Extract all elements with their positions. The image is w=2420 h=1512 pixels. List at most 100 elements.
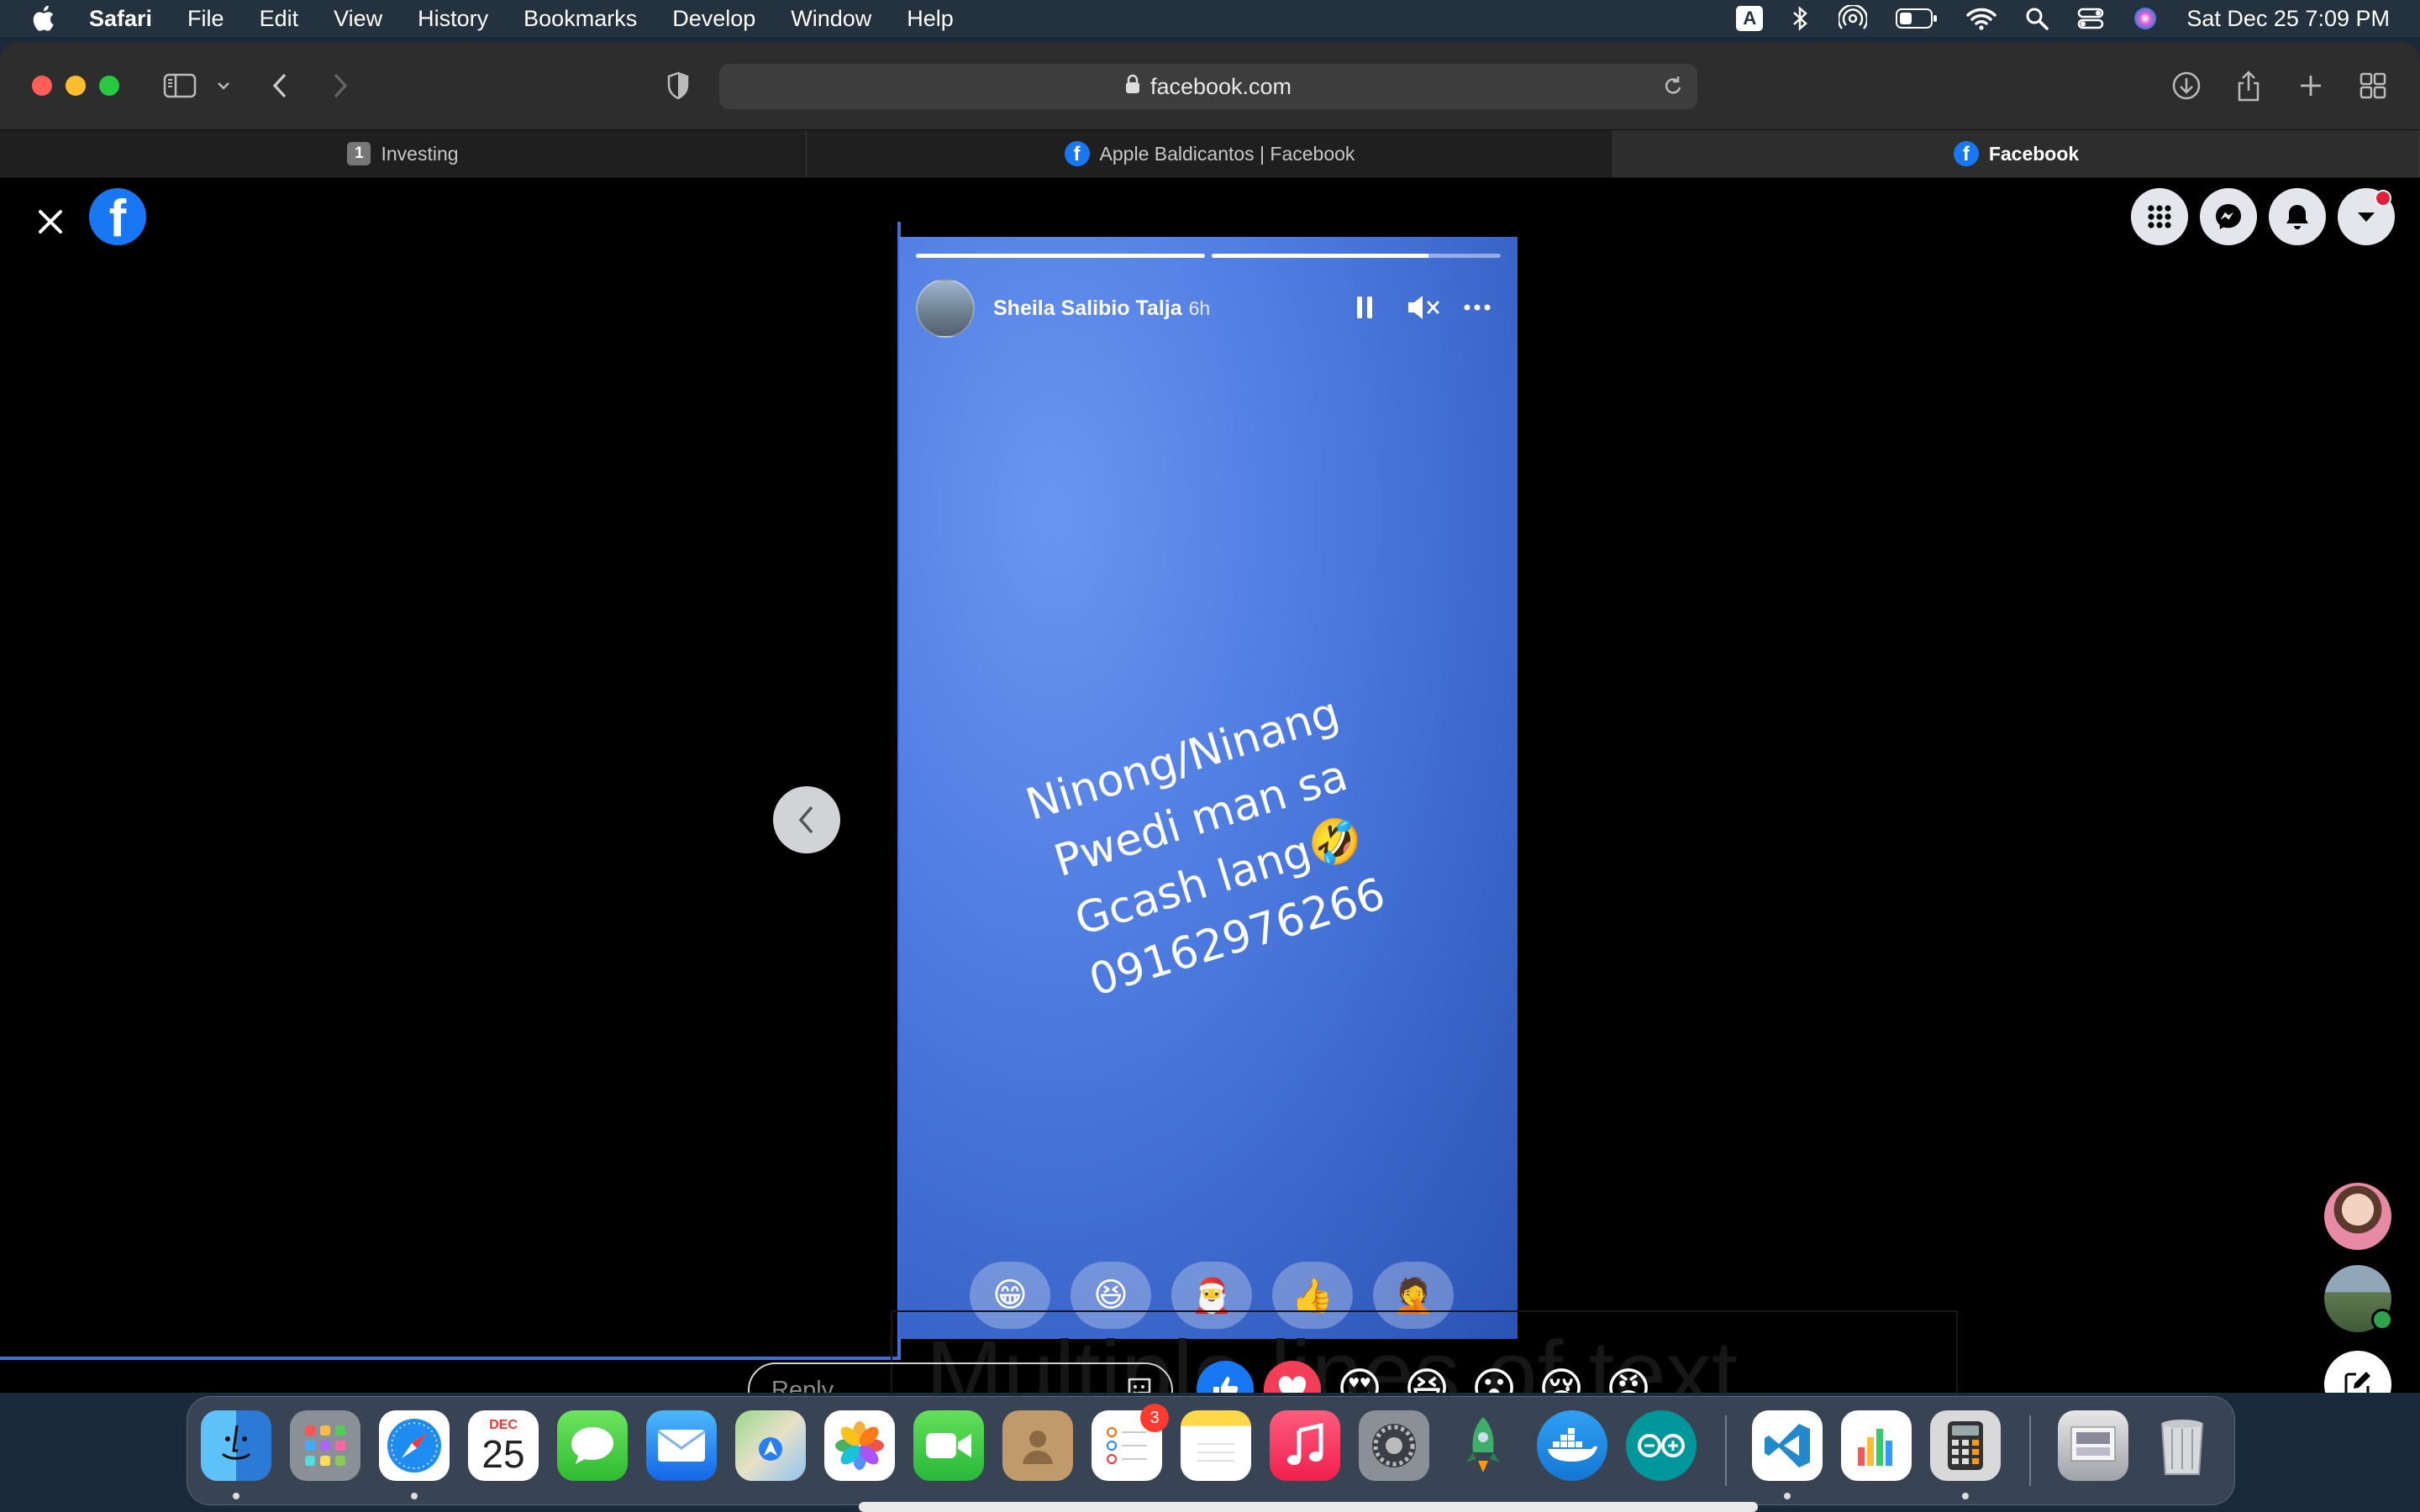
- facetime-icon[interactable]: [913, 1410, 984, 1481]
- sad-reaction[interactable]: 😢: [1533, 1361, 1590, 1393]
- pause-button[interactable]: [1349, 289, 1380, 326]
- input-source-icon[interactable]: A: [1736, 6, 1764, 31]
- music-icon[interactable]: [1270, 1410, 1340, 1481]
- rocket-app-icon[interactable]: [1448, 1410, 1518, 1481]
- menu-history[interactable]: History: [418, 6, 488, 32]
- finder-icon[interactable]: [201, 1410, 271, 1481]
- system-preferences-icon[interactable]: [1359, 1410, 1429, 1481]
- calculator-icon[interactable]: [1930, 1410, 2001, 1481]
- menu-help[interactable]: Help: [907, 6, 954, 32]
- story-author-name[interactable]: Sheila Salibio Talja: [993, 297, 1182, 321]
- page-scrollbar[interactable]: [859, 1502, 1758, 1512]
- safari-icon[interactable]: [379, 1410, 450, 1481]
- siri-icon[interactable]: [2133, 6, 2158, 31]
- reload-icon[interactable]: [1662, 75, 1684, 104]
- back-button[interactable]: [267, 67, 292, 104]
- story-progress-bar: [916, 254, 1205, 258]
- wifi-icon[interactable]: [1966, 7, 1997, 30]
- dock: DEC 25 3: [187, 1396, 2235, 1505]
- notes-icon[interactable]: [1181, 1410, 1251, 1481]
- more-options-button[interactable]: [1462, 289, 1492, 326]
- reminders-icon[interactable]: 3: [1092, 1404, 1169, 1481]
- downloads-icon[interactable]: [2168, 67, 2205, 104]
- reply-input[interactable]: Reply...: [748, 1362, 1173, 1393]
- lock-icon: [1125, 74, 1140, 100]
- tab-investing[interactable]: 1 Investing: [0, 130, 807, 177]
- like-reaction[interactable]: [1197, 1361, 1254, 1393]
- battery-icon[interactable]: [1896, 8, 1938, 29]
- contacts-icon[interactable]: [1002, 1410, 1073, 1481]
- downloads-stack-icon[interactable]: [2058, 1410, 2128, 1481]
- launchpad-icon[interactable]: [290, 1410, 360, 1481]
- mail-icon[interactable]: [646, 1410, 717, 1481]
- menu-bookmarks[interactable]: Bookmarks: [523, 6, 637, 32]
- spotlight-search-icon[interactable]: [2025, 7, 2049, 30]
- angry-reaction[interactable]: 😡: [1600, 1361, 1657, 1393]
- story-author-avatar[interactable]: [916, 279, 975, 338]
- window-zoom-button[interactable]: [99, 76, 119, 96]
- story-progress-bar: [1212, 254, 1501, 258]
- notifications-button[interactable]: [2269, 188, 2326, 245]
- close-story-button[interactable]: [32, 203, 69, 240]
- contact-avatar[interactable]: [2324, 1265, 2393, 1332]
- menu-edit[interactable]: Edit: [260, 6, 299, 32]
- calendar-day: 25: [481, 1432, 525, 1476]
- tab-apple-baldicantos[interactable]: f Apple Baldicantos | Facebook: [807, 130, 1613, 177]
- menubar-clock[interactable]: Sat Dec 25 7:09 PM: [2186, 6, 2390, 32]
- dock-separator: [2029, 1415, 2031, 1486]
- dock-separator: [1725, 1415, 1727, 1486]
- running-indicator: [411, 1493, 418, 1499]
- window-minimize-button[interactable]: [66, 76, 86, 96]
- tab-facebook[interactable]: f Facebook: [1613, 130, 2420, 177]
- tab-label: Investing: [381, 142, 459, 165]
- facebook-logo-icon[interactable]: f: [89, 188, 146, 245]
- vscode-icon[interactable]: [1752, 1410, 1823, 1481]
- care-reaction[interactable]: 😍: [1331, 1361, 1388, 1393]
- story-card[interactable]: Sheila Salibio Talja 6h Ninong/Ninang Pw…: [899, 237, 1518, 1339]
- story-progress-fill: [916, 254, 1205, 258]
- wow-reaction[interactable]: 😮: [1465, 1361, 1523, 1393]
- apple-menu-icon[interactable]: [30, 2, 59, 35]
- calendar-icon[interactable]: DEC 25: [468, 1410, 539, 1481]
- control-center-icon[interactable]: [2077, 7, 2104, 30]
- menu-file[interactable]: File: [187, 6, 224, 32]
- privacy-shield-icon[interactable]: [664, 67, 692, 104]
- new-message-button[interactable]: [2324, 1351, 2391, 1393]
- account-menu-button[interactable]: [2338, 188, 2395, 245]
- share-icon[interactable]: [2232, 67, 2265, 104]
- menu-develop[interactable]: Develop: [672, 6, 755, 32]
- calendar-month: DEC: [489, 1418, 518, 1432]
- tab-overview-icon[interactable]: [2356, 67, 2390, 104]
- forward-button[interactable]: [328, 67, 353, 104]
- haha-reaction[interactable]: 😆: [1398, 1361, 1455, 1393]
- previous-story-button[interactable]: [773, 786, 840, 853]
- trash-icon[interactable]: [2147, 1410, 2217, 1481]
- window-close-button[interactable]: [32, 76, 52, 96]
- messages-icon[interactable]: [557, 1410, 628, 1481]
- address-bar[interactable]: facebook.com: [719, 64, 1697, 109]
- bluetooth-icon[interactable]: [1791, 5, 1810, 32]
- menu-grid-button[interactable]: [2131, 188, 2188, 245]
- numbers-icon[interactable]: [1841, 1410, 1912, 1481]
- selection-border: [0, 1357, 901, 1360]
- photos-icon[interactable]: [824, 1410, 895, 1481]
- thumbs-up-icon: [1213, 1377, 1239, 1393]
- sticker-icon[interactable]: [1124, 1376, 1155, 1393]
- sidebar-toggle-icon[interactable]: [161, 67, 198, 104]
- contact-avatar[interactable]: [2324, 1183, 2391, 1250]
- maps-icon[interactable]: [735, 1410, 806, 1481]
- love-reaction[interactable]: [1264, 1361, 1321, 1393]
- menu-view[interactable]: View: [334, 6, 382, 32]
- new-tab-icon[interactable]: [2294, 67, 2328, 104]
- messenger-button[interactable]: [2200, 188, 2257, 245]
- reminders-badge: 3: [1140, 1404, 1169, 1432]
- airdrop-icon[interactable]: [1839, 5, 1868, 32]
- mute-button[interactable]: [1405, 289, 1444, 326]
- story-viewer-page: f Sheila Salibio Talja 6h Ninong/Ninang …: [0, 178, 2420, 1393]
- menu-window[interactable]: Window: [791, 6, 871, 32]
- tab-bar: 1 Investing f Apple Baldicantos | Facebo…: [0, 129, 2420, 178]
- arduino-icon[interactable]: [1626, 1410, 1697, 1481]
- tab-group-chevron-icon[interactable]: [215, 67, 232, 104]
- docker-icon[interactable]: [1537, 1410, 1607, 1481]
- menu-app-name[interactable]: Safari: [89, 6, 152, 32]
